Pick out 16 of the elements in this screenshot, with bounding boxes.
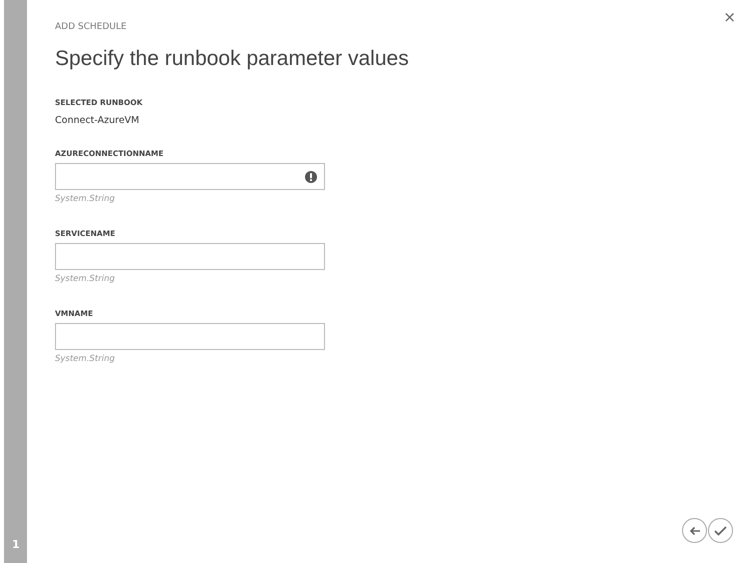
- dialog-heading: ADD SCHEDULE: [55, 22, 128, 32]
- type-hint: System.String: [55, 194, 116, 204]
- arrow-left-icon: [688, 526, 700, 536]
- input-field[interactable]: [55, 163, 325, 190]
- input-field[interactable]: [55, 323, 325, 350]
- warning-icon: [305, 170, 317, 182]
- close-button[interactable]: ×: [723, 8, 736, 26]
- type-hint: System.String: [55, 274, 116, 284]
- confirm-button[interactable]: [708, 518, 733, 543]
- input-field[interactable]: [55, 243, 325, 270]
- dialog-title: Specify the runbook parameter values: [55, 47, 410, 71]
- back-button[interactable]: [682, 518, 707, 543]
- type-hint: System.String: [55, 354, 116, 364]
- step-number: 1: [11, 538, 20, 553]
- checkmark-icon: [714, 526, 727, 536]
- runbook-name: Connect-AzureVM: [55, 115, 140, 126]
